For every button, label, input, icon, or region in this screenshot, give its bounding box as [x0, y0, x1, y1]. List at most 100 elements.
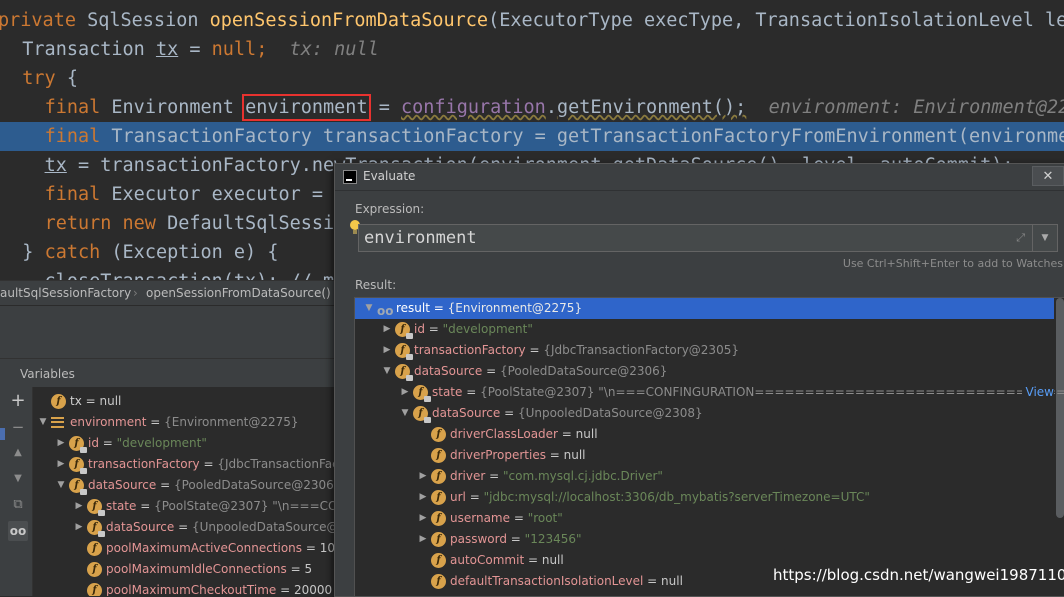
tree-node-id[interactable]: ▶ f id = "development" [355, 319, 1064, 340]
expand-arrow-icon[interactable]: ▶ [381, 340, 393, 361]
equals-sign: = [136, 499, 155, 513]
expand-arrow-icon[interactable]: ▶ [417, 508, 429, 529]
tree-node-transactionfactory[interactable]: ▶ f transactionFactory = {JdbcTransactionF… [355, 340, 1064, 361]
breadcrumb-method[interactable]: openSessionFromDataSource() [146, 281, 331, 305]
tree-node-datasource[interactable]: ▼ f dataSource = {PooledDataSource@2306} [33, 475, 340, 496]
close-button[interactable]: ✕ [1032, 166, 1064, 186]
expand-arrow-icon[interactable]: ▶ [381, 319, 393, 340]
tree-node-poolmaximumidleconnections[interactable]: f poolMaximumIdleConnections = 5 [33, 559, 340, 580]
tree-node-driverclassloader[interactable]: f driverClassLoader = null [355, 424, 1064, 445]
expand-arrow-icon[interactable]: ▶ [399, 382, 411, 403]
tree-node-text: state = {PoolState@2307} "\n===CONFINGUR… [106, 496, 340, 517]
collapse-arrow-icon[interactable]: ▼ [381, 361, 393, 382]
expand-arrow-icon[interactable]: ▶ [417, 466, 429, 487]
result-tree[interactable]: ▼ oo result = {Environment@2275} ▶ f id = "de… [354, 297, 1064, 596]
tree-node-poolmaximumactiveconnections[interactable]: f poolMaximumActiveConnections = 10 [33, 538, 340, 559]
watches-hint: Use Ctrl+Shift+Enter to add to Watches [842, 257, 1063, 270]
collapse-arrow-icon[interactable]: ▼ [399, 403, 411, 424]
expression-input[interactable]: environment ⤢ ▼ [358, 224, 1058, 252]
tree-node-text: poolMaximumCheckoutTime = 20000 [106, 580, 332, 596]
expand-arrow-icon[interactable]: ▶ [417, 487, 429, 508]
variable-name: dataSource [106, 520, 175, 534]
tree-node-text: username = "root" [450, 508, 563, 529]
expand-icon[interactable]: ⤢ [1016, 231, 1025, 245]
lock-icon [424, 417, 431, 423]
tree-node-text: transactionFactory = {JdbcTransactionFac… [88, 454, 340, 475]
field-icon: f [395, 322, 413, 339]
equals-sign: = [424, 322, 443, 336]
field-icon: f [431, 469, 446, 484]
move-down-icon[interactable]: ▼ [8, 469, 28, 489]
copy-watch-icon[interactable]: ⧉ [8, 495, 28, 515]
variable-value: {UnpooledDataSource@2308} [517, 406, 703, 420]
code-token: } [0, 242, 45, 263]
variables-tree[interactable]: f tx = null ▼ environment = {Environment@22… [33, 387, 340, 596]
variable-value: {JdbcTransactionFactory@2305} [217, 457, 340, 471]
equals-sign: = [302, 541, 320, 555]
move-up-icon[interactable]: ▲ [8, 443, 28, 463]
expand-arrow-icon[interactable]: ▶ [417, 529, 429, 550]
field-icon: f [87, 562, 102, 577]
equals-sign: = [525, 343, 544, 357]
tree-node-datasource[interactable]: ▶fdataSource = {UnpooledDataSource@2308} [33, 517, 340, 538]
tree-node-poolmaximumcheckouttime[interactable]: f poolMaximumCheckoutTime = 20000 [33, 580, 340, 596]
variable-name: tx [70, 394, 82, 408]
equals-sign: = [276, 583, 294, 596]
equals-sign: = [482, 364, 500, 378]
equals-sign: = [199, 457, 218, 471]
view-link[interactable]: View [1021, 382, 1054, 403]
variable-name: state [432, 385, 463, 399]
collapse-arrow-icon[interactable]: ▼ [37, 412, 49, 433]
tree-node-datasource[interactable]: ▼ f dataSource = {PooledDataSource@2306} [355, 361, 1064, 382]
tree-node-datasource[interactable]: ▼ f dataSource = {UnpooledDataSource@2308} [355, 403, 1064, 424]
tree-node-username[interactable]: ▶ f username = "root" [355, 508, 1064, 529]
tree-node-text: password = "123456" [450, 529, 582, 550]
field-icon: f [87, 520, 105, 537]
tree-node-tx[interactable]: f tx = null [33, 391, 340, 412]
collapse-arrow-icon[interactable]: ▼ [363, 298, 375, 319]
dialog-title-bar[interactable]: Evaluate ✕ [335, 164, 1064, 191]
variable-name: dataSource [88, 478, 157, 492]
tree-node-id[interactable]: ▶ f id = "development" [33, 433, 340, 454]
code-line[interactable]: private SqlSession openSessionFromDataSo… [0, 6, 1064, 35]
show-watches-icon[interactable]: oo [8, 521, 28, 541]
code-token: null [211, 39, 257, 60]
expand-arrow-icon[interactable]: ▶ [55, 454, 67, 475]
code-token: getEnvironment(); [556, 97, 747, 118]
tree-node-transactionfactory[interactable]: ▶ f transactionFactory = {JdbcTransactionF… [33, 454, 340, 475]
field-icon: f [431, 427, 446, 442]
code-line[interactable]: Transaction tx = null; tx: null [0, 35, 1064, 64]
tree-node-text: dataSource = {PooledDataSource@2306} [414, 361, 667, 382]
variable-name: dataSource [414, 364, 483, 378]
expand-arrow-icon[interactable]: ▶ [55, 433, 67, 454]
tree-node-state[interactable]: ▶fstate = {PoolState@2307} "\n===CONFING… [355, 382, 1064, 403]
history-dropdown-button[interactable]: ▼ [1032, 225, 1057, 251]
variable-name: autoCommit [450, 553, 525, 567]
lock-icon [80, 447, 87, 453]
tree-node-password[interactable]: ▶ f password = "123456" [355, 529, 1064, 550]
add-watch-icon[interactable]: + [8, 391, 28, 411]
tree-node-driver[interactable]: ▶ f driver = "com.mysql.cj.jdbc.Driver" [355, 466, 1064, 487]
code-line[interactable]: try { [0, 64, 1064, 93]
variable-value: "development" [442, 322, 533, 336]
remove-watch-icon[interactable]: − [8, 417, 28, 437]
tree-node-url[interactable]: ▶ f url = "jdbc:mysql://localhost:3306/db_… [355, 487, 1064, 508]
tree-node-state[interactable]: ▶fstate = {PoolState@2307} "\n===CONFING… [33, 496, 340, 517]
code-token: ; [256, 39, 268, 60]
code-line[interactable]: final Environment environment = configur… [0, 93, 1064, 122]
tree-node-result[interactable]: ▼ oo result = {Environment@2275} [355, 298, 1054, 319]
tree-node-environment[interactable]: ▼ environment = {Environment@2275} [33, 412, 340, 433]
lock-icon [424, 396, 431, 402]
tree-node-driverproperties[interactable]: f driverProperties = null [355, 445, 1064, 466]
expand-arrow-icon[interactable]: ▶ [73, 517, 85, 538]
tree-node-text: transactionFactory = {JdbcTransactionFac… [414, 340, 739, 361]
equals-sign: = [174, 520, 192, 534]
lock-icon [406, 354, 413, 360]
expression-text[interactable]: environment [364, 227, 477, 249]
expand-arrow-icon[interactable]: ▶ [73, 496, 85, 517]
breadcrumb-class[interactable]: aultSqlSessionFactory [0, 281, 131, 305]
collapse-arrow-icon[interactable]: ▼ [55, 475, 67, 496]
code-line-current[interactable]: final TransactionFactory transactionFact… [0, 122, 1064, 151]
